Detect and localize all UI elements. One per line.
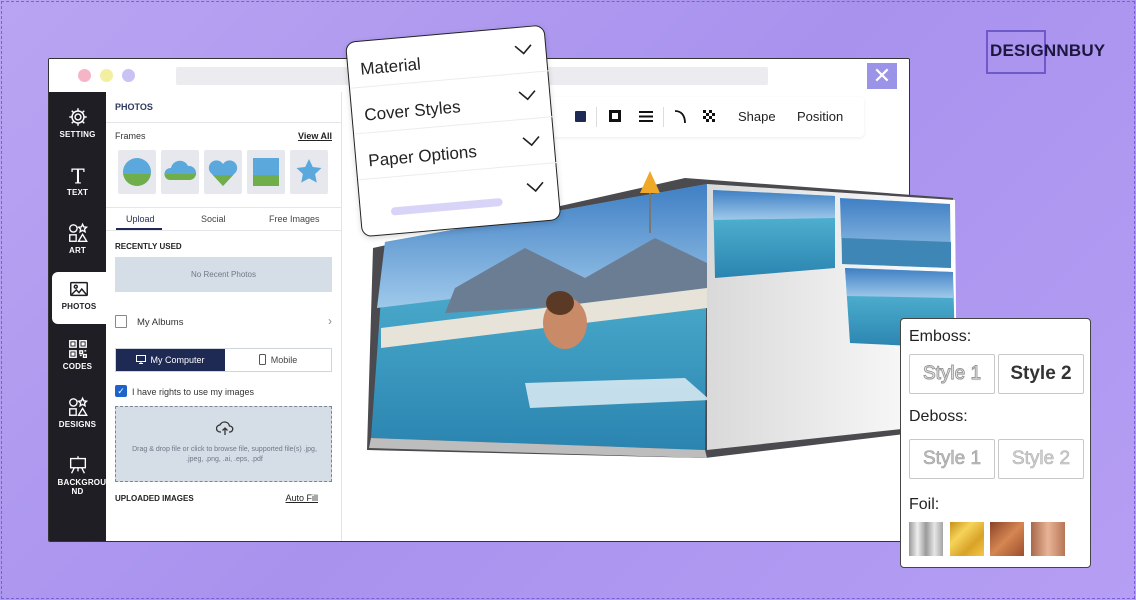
cloud-frame-icon [164, 160, 197, 180]
fill-color-swatch[interactable] [575, 111, 586, 122]
star-frame-icon [296, 159, 322, 183]
foil-copper-swatch[interactable] [990, 522, 1024, 556]
easel-icon [69, 456, 86, 474]
rail-label: ART [68, 246, 87, 255]
chevron-down-icon [518, 90, 536, 101]
foil-rose-gold-swatch[interactable] [1031, 522, 1065, 556]
dropdown-label: Cover Styles [363, 97, 462, 125]
canvas-toolbar: Shape Position [507, 97, 864, 137]
recently-used-heading: RECENTLY USED [115, 242, 182, 251]
close-button[interactable]: ✕ [867, 63, 897, 89]
my-albums-label: My Albums [137, 317, 184, 328]
frame-cloud[interactable] [161, 150, 199, 194]
rail-item-designs[interactable]: DESIGNS [49, 390, 106, 442]
tab-upload[interactable]: Upload [126, 214, 155, 224]
my-computer-label: My Computer [150, 355, 205, 365]
transparency-icon[interactable] [703, 110, 717, 124]
rail-label: PHOTOS [61, 302, 97, 311]
rail-item-background[interactable]: BACKGROU ND [49, 448, 106, 500]
album-icon [115, 315, 127, 328]
photos-panel: PHOTOS Frames View All Upload Social Fre… [106, 92, 342, 541]
tab-free-images[interactable]: Free Images [269, 214, 320, 224]
rail-item-art[interactable]: ART [49, 216, 106, 268]
frame-heart[interactable] [204, 150, 242, 194]
frame-circle[interactable] [118, 150, 156, 194]
text-icon: T [71, 164, 85, 186]
upload-source-toggle: My Computer Mobile [115, 348, 332, 372]
close-dot-icon[interactable] [78, 69, 91, 82]
mobile-button[interactable]: Mobile [225, 349, 331, 371]
rail-item-setting[interactable]: SETTING [49, 100, 106, 152]
shapes-icon [68, 222, 88, 242]
designs-icon [68, 396, 88, 416]
chevron-down-icon [526, 181, 544, 193]
file-drop-zone[interactable]: Drag & drop file or click to browse file… [115, 406, 332, 482]
dropdown-label: Paper Options [367, 141, 478, 171]
border-icon[interactable] [609, 110, 621, 122]
frames-label: Frames [115, 131, 146, 141]
rail-label: CODES [62, 362, 93, 371]
view-all-link[interactable]: View All [298, 131, 332, 141]
phone-icon [258, 354, 266, 365]
drop-zone-text: Drag & drop file or click to browse file… [132, 446, 317, 463]
gear-icon [68, 108, 87, 126]
emboss-heading: Emboss: [909, 328, 972, 345]
maximize-dot-icon[interactable] [122, 69, 135, 82]
position-button[interactable]: Position [797, 109, 843, 124]
divider [106, 122, 342, 123]
rights-checkbox[interactable]: ✓ [115, 385, 127, 397]
divider [663, 107, 664, 127]
minimize-dot-icon[interactable] [100, 69, 113, 82]
foil-silver-swatch[interactable] [909, 522, 943, 556]
emboss-style-2-button[interactable]: Style 2 [998, 354, 1084, 394]
emboss-style-1-button[interactable]: Style 1 [909, 354, 995, 394]
square-frame-icon [253, 158, 279, 186]
frame-square[interactable] [247, 150, 285, 194]
circle-frame-icon [123, 158, 151, 186]
image-icon [70, 281, 88, 297]
my-computer-button[interactable]: My Computer [116, 349, 225, 371]
deboss-style-2-button[interactable]: Style 2 [998, 439, 1084, 479]
svg-text:T: T [71, 164, 85, 186]
my-albums-row[interactable]: My Albums › [115, 314, 332, 332]
deboss-style-1-button[interactable]: Style 1 [909, 439, 995, 479]
brand-name: DESIGNNBUY [990, 41, 1106, 60]
monitor-icon [136, 355, 147, 364]
corner-radius-icon[interactable] [673, 109, 687, 125]
tool-rail: SETTING T TEXT ART PHOTOS CODES DESIGNS … [49, 92, 106, 541]
frame-star[interactable] [290, 150, 328, 194]
panel-title: PHOTOS [115, 102, 153, 112]
tab-social[interactable]: Social [201, 214, 226, 224]
heart-frame-icon [208, 160, 238, 186]
no-recent-photos: No Recent Photos [115, 257, 332, 292]
options-dropdown: Material Cover Styles Paper Options [345, 24, 562, 238]
rights-label: I have rights to use my images [132, 387, 255, 397]
rail-label: TEXT [66, 188, 89, 197]
chevron-down-icon [522, 135, 540, 147]
rail-item-photos[interactable]: PHOTOS [52, 272, 106, 324]
foil-heading: Foil: [909, 496, 940, 513]
upload-cloud-icon [216, 421, 234, 435]
rail-label: DESIGNS [58, 420, 97, 429]
qr-icon [68, 340, 87, 358]
dropdown-label: Material [359, 54, 422, 79]
active-tab-indicator [116, 228, 162, 230]
chevron-down-icon [514, 44, 532, 55]
deboss-heading: Deboss: [909, 408, 968, 425]
uploaded-images-heading: UPLOADED IMAGES [115, 494, 194, 503]
rail-label: BACKGROU ND [57, 478, 107, 496]
auto-fill-link[interactable]: Auto Fill [285, 493, 318, 503]
divider [596, 107, 597, 127]
rail-item-text[interactable]: T TEXT [49, 158, 106, 210]
rail-item-codes[interactable]: CODES [49, 332, 106, 384]
brand-logo: DESIGNNBUY [986, 30, 1106, 74]
chevron-right-icon: › [328, 314, 332, 328]
line-weight-icon[interactable] [639, 111, 653, 122]
foil-gold-swatch[interactable] [950, 522, 984, 556]
mobile-label: Mobile [270, 355, 298, 365]
shape-button[interactable]: Shape [738, 109, 776, 124]
rail-label: SETTING [59, 130, 96, 139]
